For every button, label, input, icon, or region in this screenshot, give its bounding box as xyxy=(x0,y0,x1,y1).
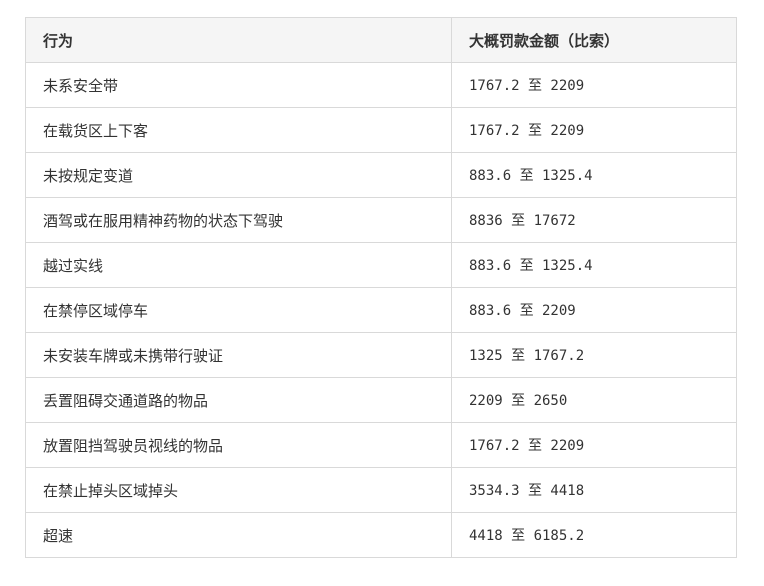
table-row: 丢置阻碍交通道路的物品 2209 至 2650 xyxy=(25,377,737,423)
behavior-cell: 未安装车牌或未携带行驶证 xyxy=(25,332,452,378)
table-body: 未系安全带 1767.2 至 2209 在载货区上下客 1767.2 至 220… xyxy=(25,62,737,558)
behavior-cell: 酒驾或在服用精神药物的状态下驾驶 xyxy=(25,197,452,243)
table-row: 越过实线 883.6 至 1325.4 xyxy=(25,242,737,288)
behavior-cell: 放置阻挡驾驶员视线的物品 xyxy=(25,422,452,468)
table-row: 未安装车牌或未携带行驶证 1325 至 1767.2 xyxy=(25,332,737,378)
fines-table: 行为 大概罚款金额（比索） 未系安全带 1767.2 至 2209 在载货区上下… xyxy=(25,17,737,558)
amount-cell: 883.6 至 2209 xyxy=(451,287,737,333)
amount-cell: 3534.3 至 4418 xyxy=(451,467,737,513)
table-header: 行为 大概罚款金额（比索） xyxy=(25,17,737,63)
amount-cell: 883.6 至 1325.4 xyxy=(451,242,737,288)
table-row: 未系安全带 1767.2 至 2209 xyxy=(25,62,737,108)
table-row: 在禁停区域停车 883.6 至 2209 xyxy=(25,287,737,333)
header-behavior: 行为 xyxy=(25,17,452,63)
behavior-cell: 未系安全带 xyxy=(25,62,452,108)
behavior-cell: 丢置阻碍交通道路的物品 xyxy=(25,377,452,423)
amount-cell: 8836 至 17672 xyxy=(451,197,737,243)
amount-cell: 1767.2 至 2209 xyxy=(451,62,737,108)
header-fine-amount: 大概罚款金额（比索） xyxy=(451,17,737,63)
amount-cell: 4418 至 6185.2 xyxy=(451,512,737,558)
table-row: 在载货区上下客 1767.2 至 2209 xyxy=(25,107,737,153)
amount-cell: 2209 至 2650 xyxy=(451,377,737,423)
table-row: 放置阻挡驾驶员视线的物品 1767.2 至 2209 xyxy=(25,422,737,468)
behavior-cell: 未按规定变道 xyxy=(25,152,452,198)
amount-cell: 1325 至 1767.2 xyxy=(451,332,737,378)
header-row: 行为 大概罚款金额（比索） xyxy=(25,17,737,63)
behavior-cell: 在载货区上下客 xyxy=(25,107,452,153)
table-row: 酒驾或在服用精神药物的状态下驾驶 8836 至 17672 xyxy=(25,197,737,243)
table-row: 在禁止掉头区域掉头 3534.3 至 4418 xyxy=(25,467,737,513)
behavior-cell: 越过实线 xyxy=(25,242,452,288)
table-row: 未按规定变道 883.6 至 1325.4 xyxy=(25,152,737,198)
behavior-cell: 在禁停区域停车 xyxy=(25,287,452,333)
amount-cell: 1767.2 至 2209 xyxy=(451,422,737,468)
table-row: 超速 4418 至 6185.2 xyxy=(25,512,737,558)
amount-cell: 883.6 至 1325.4 xyxy=(451,152,737,198)
behavior-cell: 超速 xyxy=(25,512,452,558)
amount-cell: 1767.2 至 2209 xyxy=(451,107,737,153)
behavior-cell: 在禁止掉头区域掉头 xyxy=(25,467,452,513)
